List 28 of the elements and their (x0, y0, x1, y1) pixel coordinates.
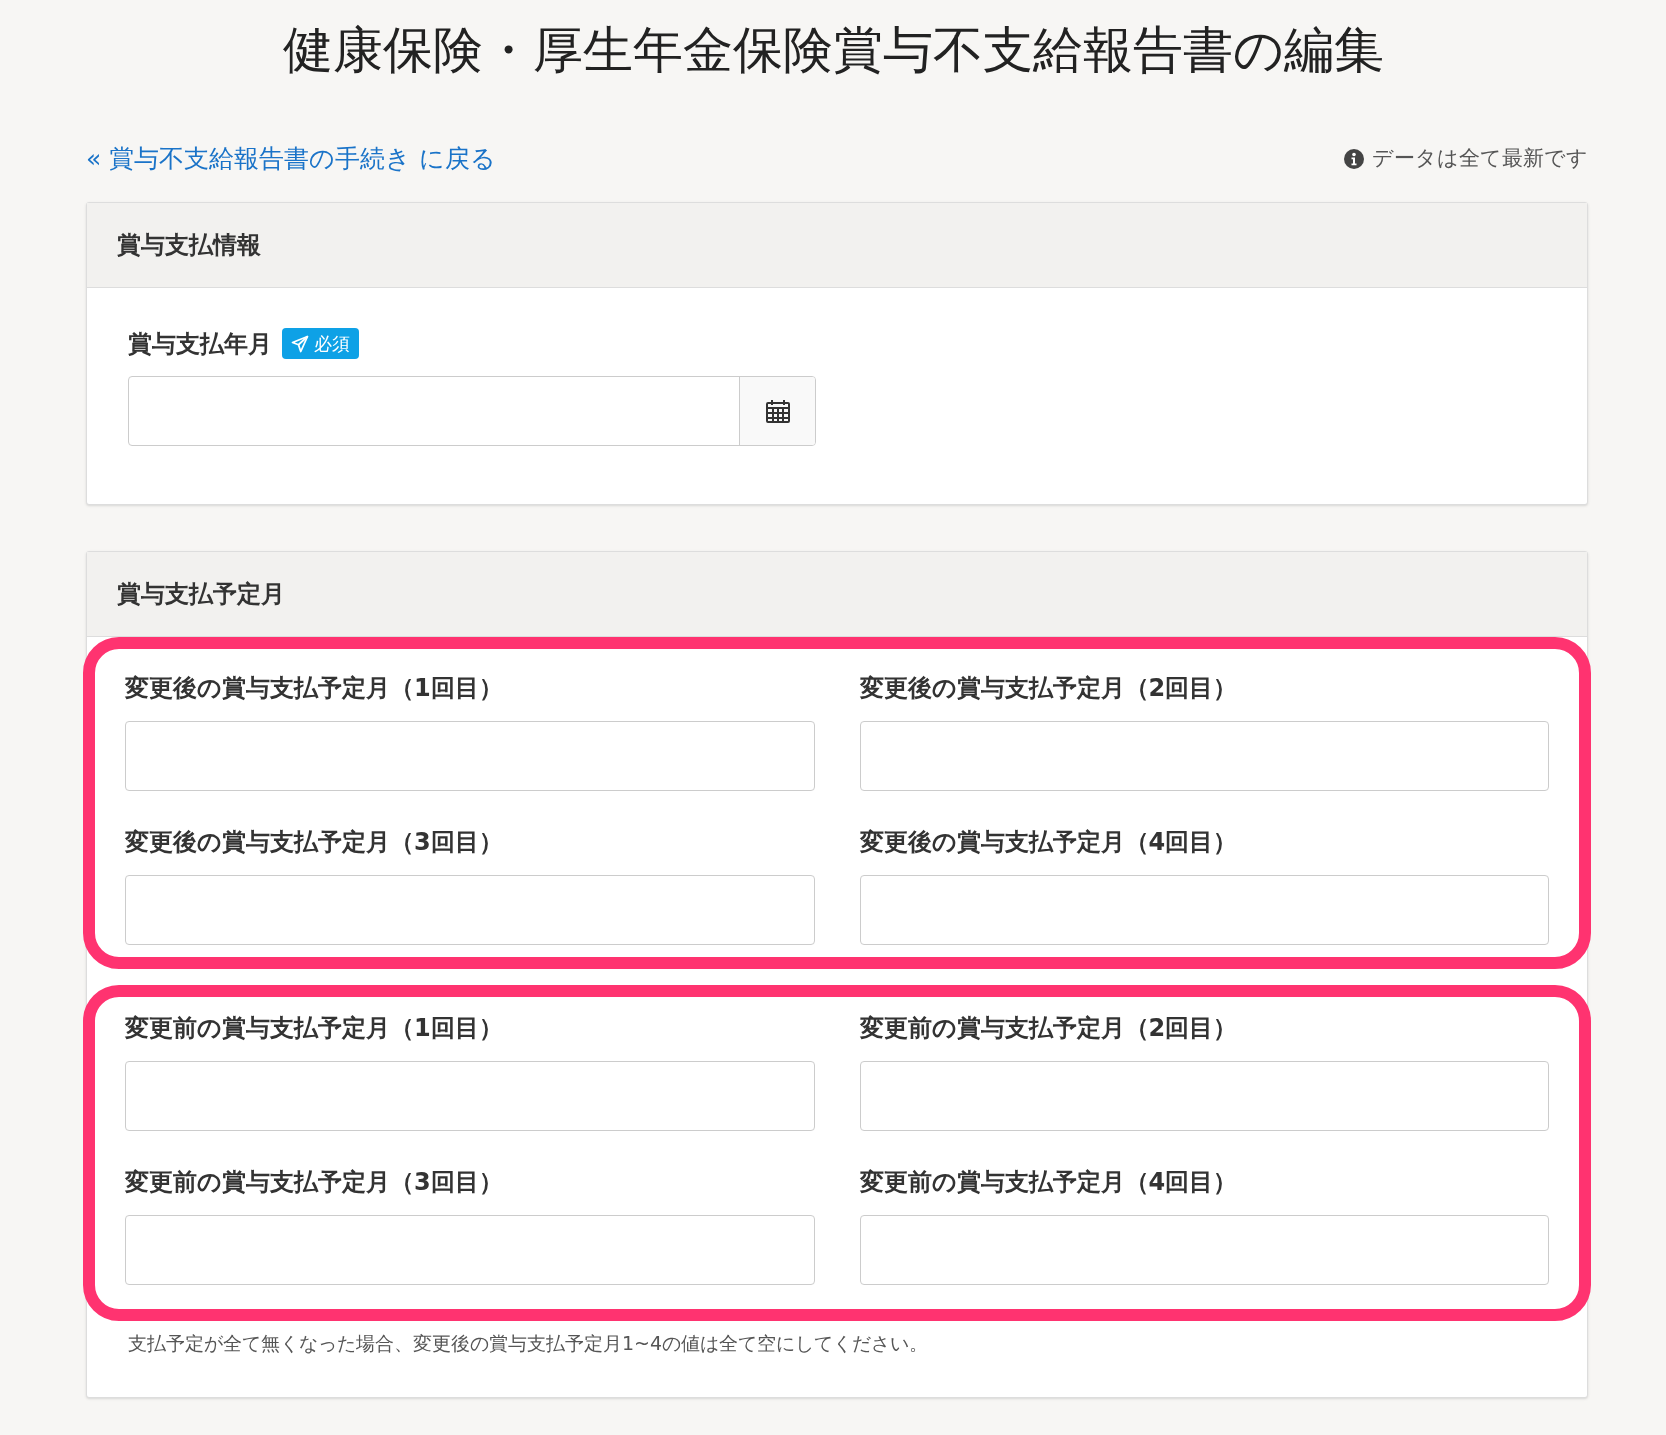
page-title: 健康保険・厚生年金保険賞与不支給報告書の編集 (282, 20, 1384, 80)
month-input[interactable] (125, 1060, 815, 1131)
paper-plane-icon (291, 334, 309, 353)
back-link[interactable]: « 賞与不支給報告書の手続き に戻る (86, 140, 497, 178)
field-label: 賞与支払年月 (128, 328, 272, 360)
field-label: 変更後の賞与支払予定月（4回目） (859, 826, 1238, 857)
month-input[interactable] (859, 720, 1549, 791)
info-icon (1344, 148, 1364, 169)
required-badge: 必須 (282, 328, 359, 359)
section-heading: 賞与支払予定月 (117, 578, 285, 610)
section-heading: 賞与支払情報 (117, 229, 261, 261)
month-input[interactable] (125, 1214, 815, 1285)
field-label: 変更後の賞与支払予定月（1回目） (125, 672, 503, 703)
field-label: 変更後の賞与支払予定月（3回目） (125, 826, 503, 857)
calendar-icon (764, 397, 791, 424)
field-label: 変更後の賞与支払予定月（2回目） (859, 672, 1238, 703)
status-text: データは全て最新です (1372, 145, 1588, 172)
note-text: 支払予定が全て無くなった場合、変更後の賞与支払予定月1~4の値は全て空にしてください。 (127, 1330, 930, 1356)
field-label: 変更前の賞与支払予定月（2回目） (859, 1012, 1238, 1043)
month-input[interactable] (125, 720, 815, 791)
field-label: 変更前の賞与支払予定月（3回目） (125, 1166, 503, 1197)
calendar-button[interactable] (739, 376, 815, 445)
month-input[interactable] (859, 874, 1549, 945)
month-input[interactable] (859, 1214, 1549, 1285)
month-input[interactable] (125, 874, 815, 945)
field-label: 変更前の賞与支払予定月（4回目） (859, 1166, 1238, 1197)
month-input[interactable] (859, 1060, 1549, 1131)
field-label: 変更前の賞与支払予定月（1回目） (125, 1012, 503, 1043)
